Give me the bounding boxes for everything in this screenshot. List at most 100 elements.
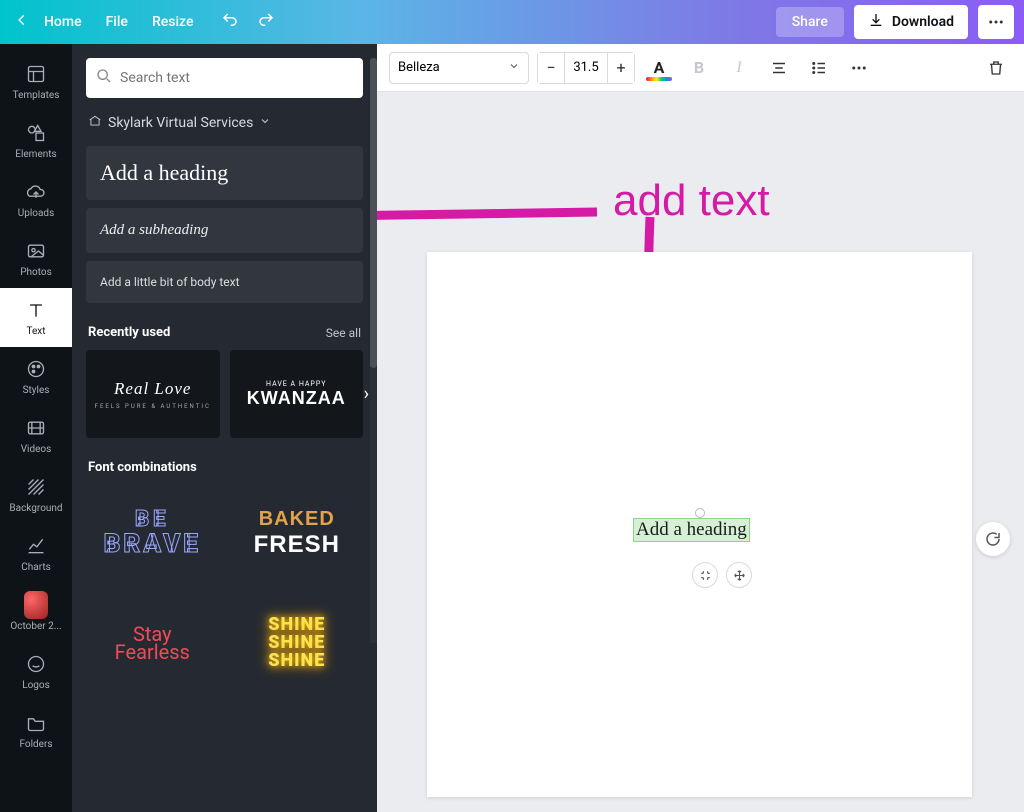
left-rail: Templates Elements Uploads Photos Text S…: [0, 44, 72, 812]
rail-label: Styles: [23, 385, 50, 396]
brand-icon: [88, 114, 102, 132]
stage[interactable]: add text Add a heading: [377, 92, 1024, 812]
rail-label: Uploads: [18, 208, 54, 219]
rail-styles[interactable]: Styles: [0, 347, 72, 406]
videos-icon: [24, 416, 48, 440]
templates-icon: [24, 62, 48, 86]
search-box[interactable]: [86, 58, 363, 98]
combo-text: SHINE: [268, 652, 325, 670]
rail-folders[interactable]: Folders: [0, 701, 72, 760]
thumb-text: FEELS PURE & AUTHENTIC: [95, 403, 211, 410]
italic-button[interactable]: I: [723, 52, 755, 84]
design-page[interactable]: Add a heading: [427, 252, 972, 797]
more-button[interactable]: [978, 5, 1014, 39]
folder-thumb-icon: [24, 593, 48, 617]
download-icon: [868, 12, 884, 32]
back-button[interactable]: [10, 13, 34, 31]
brand-dropdown[interactable]: Skylark Virtual Services: [88, 114, 361, 132]
text-icon: [24, 298, 48, 322]
undo-button[interactable]: [221, 11, 239, 34]
logos-icon: [24, 652, 48, 676]
rail-label: Elements: [15, 149, 56, 160]
recent-thumb-reallove[interactable]: Real Love FEELS PURE & AUTHENTIC: [86, 350, 220, 438]
rail-videos[interactable]: Videos: [0, 406, 72, 465]
duplicate-button[interactable]: [692, 562, 718, 588]
redo-button[interactable]: [257, 11, 275, 34]
rail-photos[interactable]: Photos: [0, 229, 72, 288]
rail-label: Charts: [21, 562, 51, 573]
menu-resize[interactable]: Resize: [152, 14, 194, 30]
element-floating-controls: [692, 562, 752, 588]
combo-text: Fearless: [115, 643, 190, 661]
combo-be-brave[interactable]: BE BRAVE: [86, 485, 219, 581]
chevron-down-icon: [259, 115, 271, 131]
carousel-next[interactable]: ›: [364, 384, 369, 405]
add-subheading-card[interactable]: Add a subheading: [86, 208, 363, 253]
rail-background[interactable]: Background: [0, 465, 72, 524]
rail-label: Videos: [21, 444, 52, 455]
rail-label: Folders: [19, 739, 52, 750]
font-select[interactable]: Belleza: [389, 52, 529, 84]
font-name: Belleza: [398, 60, 440, 75]
size-increase[interactable]: +: [608, 53, 634, 83]
bold-button[interactable]: B: [683, 52, 715, 84]
photos-icon: [24, 239, 48, 263]
toolbar-more-button[interactable]: [843, 52, 875, 84]
font-size-value[interactable]: 31.5: [564, 53, 608, 83]
combo-shine[interactable]: SHINE SHINE SHINE: [231, 595, 364, 691]
search-input[interactable]: [120, 70, 353, 86]
combo-text: BE: [135, 509, 170, 531]
annotation-label: add text: [613, 176, 770, 226]
top-bar: Home File Resize Share Download: [0, 0, 1024, 44]
rail-uploads[interactable]: Uploads: [0, 170, 72, 229]
rotate-handle[interactable]: [695, 508, 705, 518]
add-body-card[interactable]: Add a little bit of body text: [86, 261, 363, 303]
recent-thumb-kwanzaa[interactable]: HAVE A HAPPY KWANZAA: [230, 350, 364, 438]
rail-elements[interactable]: Elements: [0, 111, 72, 170]
rail-label: Text: [26, 326, 45, 337]
combo-text: FRESH: [254, 531, 340, 559]
text-panel: Skylark Virtual Services Add a heading A…: [72, 44, 377, 812]
annotation-arrow-icon: [377, 186, 607, 246]
text-color-button[interactable]: A: [643, 52, 675, 84]
size-decrease[interactable]: −: [538, 53, 564, 83]
selected-text-element[interactable]: Add a heading: [634, 519, 749, 541]
rail-templates[interactable]: Templates: [0, 52, 72, 111]
folders-icon: [24, 711, 48, 735]
rail-text[interactable]: Text: [0, 288, 72, 347]
rail-label: Templates: [13, 90, 60, 101]
combo-baked-fresh[interactable]: BAKED FRESH: [231, 485, 364, 581]
menu-home[interactable]: Home: [44, 14, 82, 30]
panel-scrollbar[interactable]: [370, 58, 377, 643]
elements-icon: [24, 121, 48, 145]
combo-text: BRAVE: [104, 531, 201, 557]
delete-button[interactable]: [980, 52, 1012, 84]
combo-stay-fearless[interactable]: Stay Fearless: [86, 595, 219, 691]
rail-label: Background: [9, 503, 62, 514]
move-button[interactable]: [726, 562, 752, 588]
search-icon: [96, 68, 112, 88]
rail-logos[interactable]: Logos: [0, 642, 72, 701]
rail-charts[interactable]: Charts: [0, 524, 72, 583]
resync-button[interactable]: [976, 522, 1010, 556]
see-all-link[interactable]: See all: [326, 326, 361, 340]
brand-label: Skylark Virtual Services: [108, 115, 253, 131]
charts-icon: [24, 534, 48, 558]
chevron-down-icon: [508, 60, 520, 76]
thumb-text: Real Love: [114, 379, 191, 399]
align-button[interactable]: [763, 52, 795, 84]
add-heading-card[interactable]: Add a heading: [86, 146, 363, 200]
background-icon: [24, 475, 48, 499]
download-button[interactable]: Download: [854, 5, 968, 39]
rail-label: October 2...: [10, 621, 61, 632]
text-toolbar: Belleza − 31.5 + A B I: [377, 44, 1024, 92]
menu-file[interactable]: File: [106, 14, 128, 30]
download-label: Download: [892, 14, 954, 30]
rail-october[interactable]: October 2...: [0, 583, 72, 642]
rail-label: Logos: [22, 680, 50, 691]
canvas-area: Belleza − 31.5 + A B I add text: [377, 44, 1024, 812]
uploads-icon: [24, 180, 48, 204]
font-combos-title: Font combinations: [88, 460, 197, 475]
list-button[interactable]: [803, 52, 835, 84]
share-button[interactable]: Share: [776, 7, 844, 37]
